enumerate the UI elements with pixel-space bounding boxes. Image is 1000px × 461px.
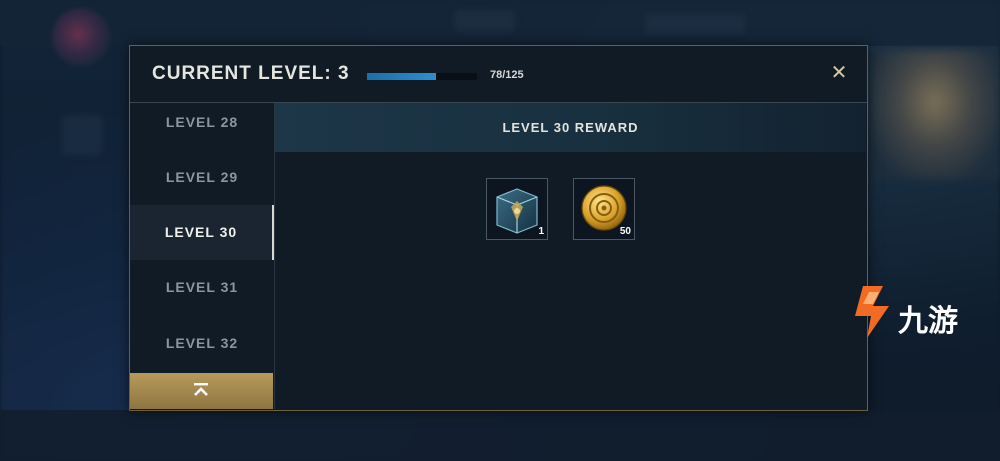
reward-item-coins[interactable]: 50 [573,178,635,240]
xp-progress-bar [367,73,477,80]
background-avatar [52,8,110,66]
level-item-28[interactable]: LEVEL 28 [130,103,274,150]
background-tab [645,14,745,34]
background-icon [62,115,102,155]
current-level-title: CURRENT LEVEL: 3 [152,63,350,84]
level-item-32[interactable]: LEVEL 32 [130,316,274,371]
xp-progress-text: 78/125 [490,69,524,81]
jiuyou-logo-icon [855,286,889,338]
level-item-31[interactable]: LEVEL 31 [130,260,274,315]
xp-progress-fill [367,73,436,80]
modal-header: CURRENT LEVEL: 3 78/125 ✕ [130,46,867,103]
level-list: LEVEL 28 LEVEL 29 LEVEL 30 LEVEL 31 LEVE… [130,103,274,373]
level-item-30[interactable]: LEVEL 30 [130,205,274,260]
watermark-text: 九游 [898,304,958,339]
background-tab [455,10,515,32]
background-art [870,50,1000,180]
reward-count: 1 [538,226,544,237]
reward-title: LEVEL 30 REWARD [275,103,866,152]
reward-count: 50 [619,226,631,237]
close-button[interactable]: ✕ [827,61,851,85]
close-icon: ✕ [830,62,848,84]
chevron-up-bar-icon [194,383,208,396]
level-item-29[interactable]: LEVEL 29 [130,150,274,205]
collapse-list-button[interactable] [130,373,273,409]
background-bottombar [0,410,1000,461]
level-rewards-modal: CURRENT LEVEL: 3 78/125 ✕ LEVEL 28 LEVEL… [129,45,868,411]
reward-item-chest[interactable]: 1 [486,178,548,240]
